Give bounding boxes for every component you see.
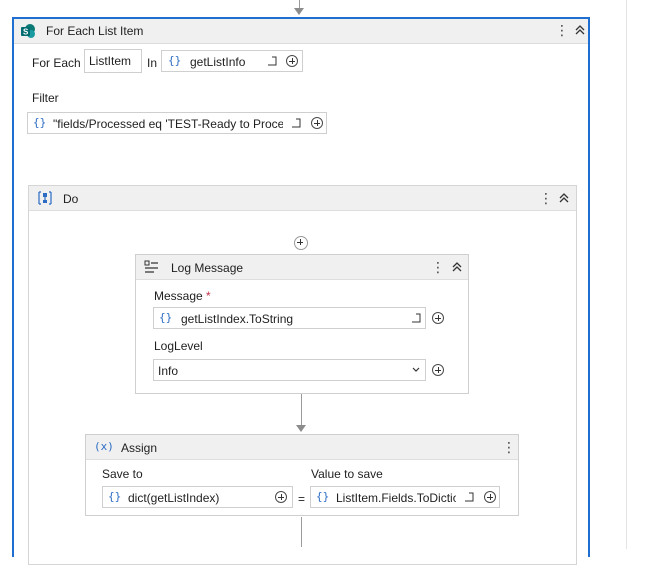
add-argument-icon[interactable] [432, 312, 444, 324]
connector-arrow-icon [296, 425, 306, 432]
loglevel-value: Info [158, 364, 179, 378]
expression-icon: {} [159, 311, 173, 324]
add-argument-icon[interactable] [311, 117, 323, 129]
loglevel-select[interactable]: Info [153, 359, 426, 381]
loglevel-label: LogLevel [154, 339, 203, 353]
connector-line [301, 394, 302, 427]
filter-value: "fields/Processed eq 'TEST-Ready to Proc… [53, 117, 283, 131]
value-to-save-label: Value to save [311, 467, 383, 481]
log-message-menu-icon[interactable]: ⋮ [431, 259, 445, 275]
connector-line [301, 517, 302, 547]
collection-input[interactable]: {} getListInfo [161, 50, 303, 72]
add-argument-icon[interactable] [432, 364, 444, 376]
for-each-header[interactable]: S For Each List Item ⋮ [14, 19, 588, 44]
collapse-icon[interactable] [450, 259, 464, 275]
expand-editor-icon[interactable] [267, 56, 277, 66]
connector-arrow-icon [294, 8, 304, 15]
log-message-header[interactable]: Log Message ⋮ [136, 255, 468, 280]
filter-input[interactable]: {} "fields/Processed eq 'TEST-Ready to P… [27, 112, 327, 134]
value-to-save-input[interactable]: {} ListItem.Fields.ToDictio [310, 486, 500, 508]
svg-text:S: S [23, 28, 29, 37]
expression-icon: {} [108, 490, 122, 503]
save-to-input[interactable]: {} dict(getListIndex) [102, 486, 293, 508]
assign-icon: (x) [94, 440, 114, 453]
add-argument-icon[interactable] [275, 491, 287, 503]
do-title: Do [63, 192, 79, 206]
save-to-value: dict(getListIndex) [128, 491, 220, 505]
expand-editor-icon[interactable] [411, 313, 421, 323]
expression-icon: {} [168, 54, 182, 67]
required-marker: * [206, 289, 211, 303]
collapse-icon[interactable] [557, 190, 571, 206]
log-message-activity[interactable]: Log Message ⋮ Message * {} getListIndex.… [135, 254, 469, 394]
for-each-activity[interactable]: S For Each List Item ⋮ For Each ListItem… [12, 17, 590, 565]
filter-label: Filter [32, 91, 59, 105]
panel-divider [626, 0, 627, 549]
value-to-save-value: ListItem.Fields.ToDictio [336, 491, 456, 505]
for-each-title: For Each List Item [46, 24, 144, 38]
save-to-label: Save to [102, 467, 143, 481]
collection-value: getListInfo [190, 55, 246, 69]
message-label-text: Message [154, 289, 203, 303]
expression-icon: {} [33, 116, 47, 129]
add-activity-icon[interactable] [294, 236, 308, 250]
equals-sign: = [298, 492, 306, 506]
do-menu-icon[interactable]: ⋮ [539, 190, 553, 206]
collapse-icon[interactable] [573, 22, 587, 38]
assign-header[interactable]: (x) Assign ⋮ [86, 435, 518, 460]
log-message-icon [144, 260, 158, 273]
expand-editor-icon[interactable] [464, 492, 474, 502]
add-argument-icon[interactable] [484, 491, 496, 503]
item-name-input[interactable]: ListItem [84, 49, 142, 73]
log-message-title: Log Message [171, 261, 244, 275]
do-sequence[interactable]: Do ⋮ Log Message ⋮ Message * {} getListI… [28, 185, 577, 565]
expand-editor-icon[interactable] [291, 118, 301, 128]
chevron-down-icon[interactable] [412, 367, 420, 373]
do-header[interactable]: Do ⋮ [29, 186, 576, 211]
sharepoint-icon: S [21, 24, 35, 38]
for-each-menu-icon[interactable]: ⋮ [555, 22, 569, 38]
assign-activity[interactable]: (x) Assign ⋮ Save to Value to save {} di… [85, 434, 519, 516]
message-input[interactable]: {} getListIndex.ToString [153, 307, 426, 329]
item-name-value: ListItem [89, 54, 132, 68]
assign-title: Assign [121, 441, 158, 455]
assign-menu-icon[interactable]: ⋮ [502, 439, 516, 455]
sequence-icon [38, 191, 52, 205]
message-value: getListIndex.ToString [181, 312, 294, 326]
add-argument-icon[interactable] [286, 55, 298, 67]
for-each-label: For Each [32, 56, 81, 70]
in-label: In [147, 56, 158, 70]
expression-icon: {} [316, 490, 330, 503]
message-label: Message * [154, 289, 211, 303]
